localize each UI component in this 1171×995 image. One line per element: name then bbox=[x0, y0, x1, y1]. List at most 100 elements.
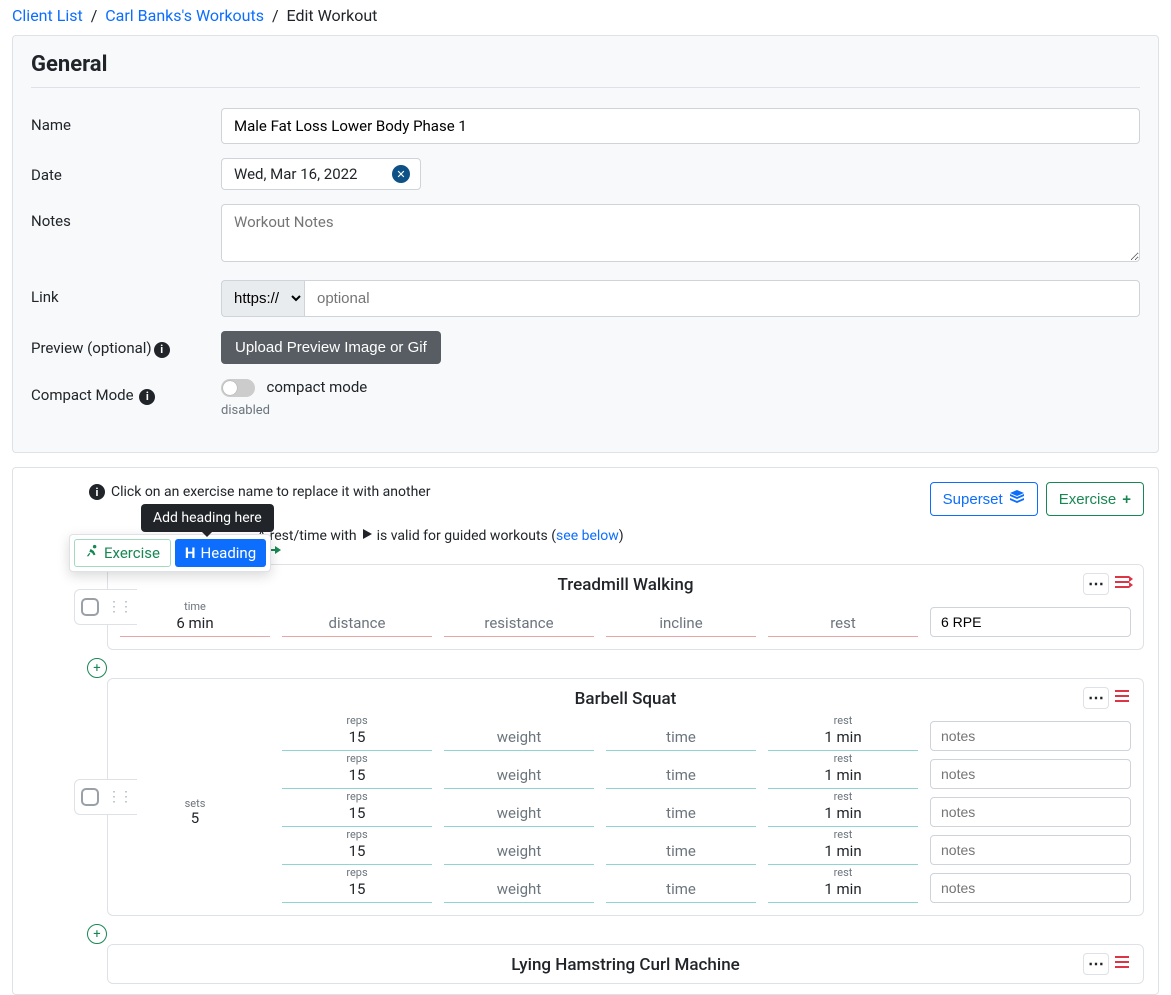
rest-cell[interactable]: rest1 min bbox=[768, 715, 918, 751]
distance-cell[interactable]: distance bbox=[282, 612, 432, 637]
breadcrumb-client-list[interactable]: Client List bbox=[12, 6, 83, 25]
insert-between-button[interactable]: + bbox=[87, 658, 107, 678]
name-input[interactable] bbox=[221, 108, 1140, 144]
exercises-panel: Superset Exercise + i Click on an exerci… bbox=[12, 467, 1159, 995]
weight-cell[interactable]: weight bbox=[444, 802, 594, 827]
exercise-title[interactable]: Barbell Squat bbox=[120, 689, 1131, 709]
select-checkbox[interactable] bbox=[81, 598, 99, 616]
card-menu-button[interactable]: ⋯ bbox=[1083, 687, 1109, 709]
set-row: reps15 weight time rest1 min bbox=[120, 867, 1131, 903]
notes-input[interactable] bbox=[930, 721, 1131, 751]
preview-label: Preview (optional)i bbox=[31, 331, 221, 358]
card-handle: ⋮⋮ bbox=[74, 589, 137, 625]
notes-label: Notes bbox=[31, 204, 221, 230]
exercise-title[interactable]: Lying Hamstring Curl Machine bbox=[120, 955, 1131, 975]
card-menu-button[interactable]: ⋯ bbox=[1083, 573, 1109, 595]
notes-cell bbox=[930, 873, 1131, 903]
exercise-card: ⋯ Lying Hamstring Curl Machine bbox=[107, 944, 1144, 984]
notes-input[interactable] bbox=[930, 797, 1131, 827]
compact-mode-status: disabled bbox=[221, 403, 1140, 418]
rest-cell[interactable]: rest bbox=[768, 612, 918, 637]
compact-mode-label: Compact Mode i bbox=[31, 378, 221, 405]
notes-input[interactable] bbox=[930, 759, 1131, 789]
set-row: sets5 reps15 weight time rest1 min bbox=[120, 791, 1131, 827]
notes-cell bbox=[930, 797, 1131, 827]
drag-handle-icon[interactable]: ⋮⋮ bbox=[107, 789, 131, 805]
reps-cell[interactable]: reps15 bbox=[282, 791, 432, 827]
reps-cell[interactable]: reps15 bbox=[282, 715, 432, 751]
name-label: Name bbox=[31, 108, 221, 134]
divider bbox=[31, 87, 1140, 88]
exercise-card: ⋮⋮ ⋯ Treadmill Walking time 6 min distan… bbox=[107, 564, 1144, 650]
popover-heading-option[interactable]: H Heading bbox=[175, 539, 266, 567]
notes-cell bbox=[930, 835, 1131, 865]
breadcrumb-workouts[interactable]: Carl Banks's Workouts bbox=[105, 6, 264, 25]
exercise-title[interactable]: Treadmill Walking bbox=[120, 575, 1131, 595]
delete-icon[interactable] bbox=[1115, 955, 1133, 973]
rest-cell[interactable]: rest1 min bbox=[768, 791, 918, 827]
weight-cell[interactable]: weight bbox=[444, 726, 594, 751]
reps-cell[interactable]: reps15 bbox=[282, 829, 432, 865]
drag-handle-icon[interactable]: ⋮⋮ bbox=[107, 599, 131, 615]
reps-cell[interactable]: reps15 bbox=[282, 753, 432, 789]
hint-rest-suffix: is valid for guided workouts ( bbox=[377, 528, 556, 544]
sets-cell: sets5 bbox=[120, 798, 270, 827]
card-menu-button[interactable]: ⋯ bbox=[1083, 953, 1109, 975]
time-cell[interactable]: time bbox=[606, 764, 756, 789]
hint-replace: Click on an exercise name to replace it … bbox=[111, 484, 430, 500]
insert-popover: Exercise H Heading bbox=[69, 534, 271, 572]
notes-input[interactable] bbox=[930, 873, 1131, 903]
rest-cell[interactable]: rest1 min bbox=[768, 829, 918, 865]
breadcrumb-sep: / bbox=[87, 6, 102, 25]
notes-input[interactable] bbox=[930, 607, 1131, 637]
add-heading-tooltip: Add heading here bbox=[141, 504, 274, 532]
running-icon bbox=[85, 544, 99, 562]
insert-between-button[interactable]: + bbox=[87, 924, 107, 944]
general-panel: General Name Date Wed, Mar 16, 2022 ✕ No… bbox=[12, 35, 1159, 453]
resistance-cell[interactable]: resistance bbox=[444, 612, 594, 637]
rest-cell[interactable]: rest1 min bbox=[768, 867, 918, 903]
hint-closing: ) bbox=[619, 528, 624, 544]
notes-input[interactable] bbox=[221, 204, 1140, 262]
play-icon bbox=[361, 528, 373, 544]
weight-cell[interactable]: weight bbox=[444, 878, 594, 903]
see-below-link[interactable]: see below bbox=[556, 528, 619, 544]
select-checkbox[interactable] bbox=[81, 788, 99, 806]
weight-cell[interactable]: weight bbox=[444, 764, 594, 789]
general-heading: General bbox=[31, 52, 1140, 77]
time-cell[interactable]: time 6 min bbox=[120, 601, 270, 637]
info-icon: i bbox=[89, 484, 105, 500]
compact-mode-text: compact mode bbox=[266, 378, 367, 396]
link-input[interactable] bbox=[304, 280, 1140, 317]
popover-exercise-option[interactable]: Exercise bbox=[74, 539, 171, 567]
notes-cell bbox=[930, 721, 1131, 751]
breadcrumb-sep: / bbox=[268, 6, 283, 25]
delete-icon[interactable] bbox=[1115, 689, 1133, 707]
protocol-select[interactable]: https:// bbox=[221, 280, 304, 317]
card-handle: ⋮⋮ bbox=[74, 779, 137, 815]
exercise-card: ⋮⋮ ⋯ Barbell Squat reps15 weight time rest1… bbox=[107, 678, 1144, 916]
rest-cell[interactable]: rest1 min bbox=[768, 753, 918, 789]
upload-preview-button[interactable]: Upload Preview Image or Gif bbox=[221, 331, 441, 364]
notes-cell bbox=[930, 759, 1131, 789]
time-cell[interactable]: time bbox=[606, 840, 756, 865]
clear-date-icon[interactable]: ✕ bbox=[392, 165, 410, 183]
date-value: Wed, Mar 16, 2022 bbox=[234, 165, 392, 183]
breadcrumb: Client List / Carl Banks's Workouts / Ed… bbox=[12, 0, 1159, 35]
delete-icon[interactable] bbox=[1115, 575, 1133, 593]
incline-cell[interactable]: incline bbox=[606, 612, 756, 637]
time-cell[interactable]: time bbox=[606, 726, 756, 751]
time-cell[interactable]: time bbox=[606, 802, 756, 827]
link-label: Link bbox=[31, 280, 221, 306]
date-label: Date bbox=[31, 158, 221, 184]
notes-input[interactable] bbox=[930, 835, 1131, 865]
info-icon[interactable]: i bbox=[154, 342, 170, 358]
info-icon[interactable]: i bbox=[139, 389, 155, 405]
weight-cell[interactable]: weight bbox=[444, 840, 594, 865]
date-input[interactable]: Wed, Mar 16, 2022 ✕ bbox=[221, 158, 421, 190]
breadcrumb-current: Edit Workout bbox=[287, 6, 378, 25]
compact-mode-toggle[interactable] bbox=[221, 379, 255, 397]
time-cell[interactable]: time bbox=[606, 878, 756, 903]
reps-cell[interactable]: reps15 bbox=[282, 867, 432, 903]
set-row: reps15 weight time rest1 min bbox=[120, 715, 1131, 751]
